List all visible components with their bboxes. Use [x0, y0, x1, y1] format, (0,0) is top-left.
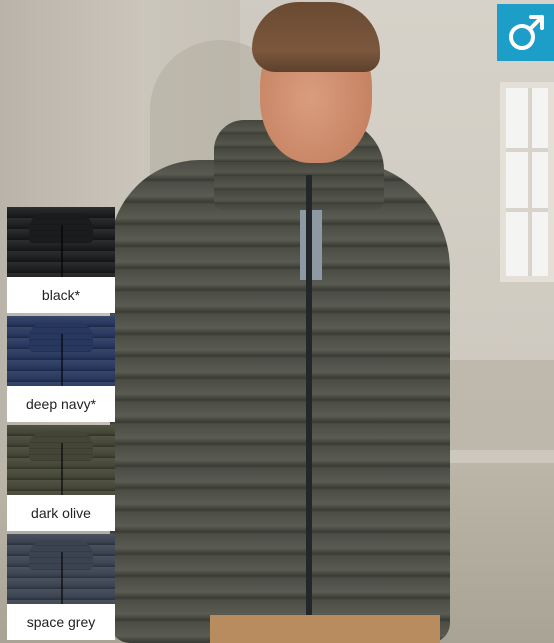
color-swatch-list: black* deep navy* dark olive space grey — [7, 207, 115, 643]
model-hair — [252, 2, 380, 72]
jacket-zipper — [306, 175, 312, 630]
quilted-jacket — [110, 160, 450, 643]
swatch-label: dark olive — [31, 505, 91, 521]
swatch-label: space grey — [26, 614, 96, 630]
swatch-label: black* — [41, 287, 81, 303]
swatch-image — [7, 425, 115, 495]
swatch-image — [7, 207, 115, 277]
model-pants — [210, 615, 440, 643]
male-symbol-icon — [508, 14, 544, 50]
color-swatch-space-grey[interactable]: space grey — [7, 534, 115, 640]
model-wearing-jacket — [110, 0, 510, 643]
swatch-label: deep navy* — [25, 396, 97, 412]
swatch-image — [7, 534, 115, 604]
product-image: black* deep navy* dark olive space grey — [0, 0, 554, 643]
color-swatch-black[interactable]: black* — [7, 207, 115, 313]
color-swatch-dark-olive[interactable]: dark olive — [7, 425, 115, 531]
male-badge — [497, 4, 554, 61]
swatch-image — [7, 316, 115, 386]
color-swatch-deep-navy[interactable]: deep navy* — [7, 316, 115, 422]
